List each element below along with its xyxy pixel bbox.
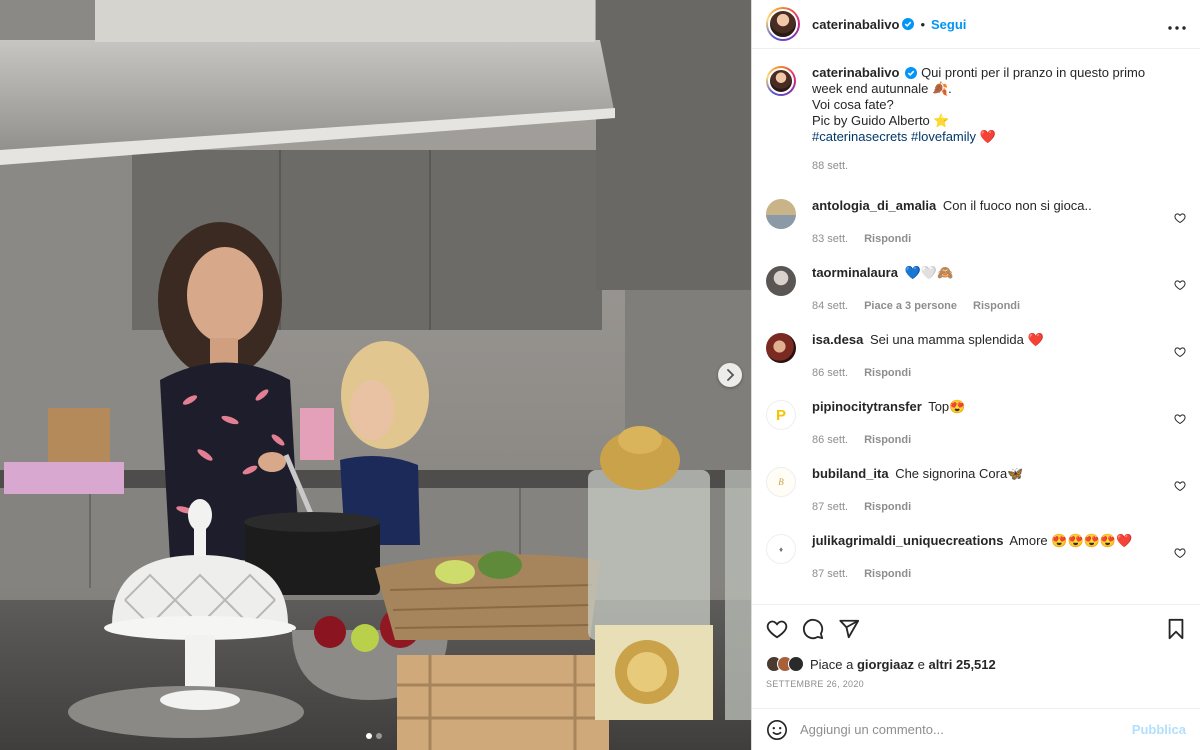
caption-body: caterinabalivo Qui pronti per il pranzo … [812, 65, 1186, 174]
caption-text-line2: Voi cosa fate? [812, 97, 894, 112]
comment-input[interactable] [800, 722, 1132, 737]
kitchen-photo [0, 0, 751, 750]
liker-avatars[interactable] [766, 656, 804, 672]
comment-timestamp[interactable]: 84 sett. [812, 298, 848, 314]
comment-like-icon[interactable] [1174, 279, 1186, 291]
comment-like-icon[interactable] [1174, 346, 1186, 358]
comment-avatar[interactable]: ♦ [766, 534, 796, 564]
carousel-next-button[interactable] [718, 363, 742, 387]
comment-likes-count[interactable]: Piace a 3 persone [864, 298, 957, 314]
post-header: caterinabalivo • Segui [752, 0, 1200, 49]
hashtag-link[interactable]: #lovefamily [911, 129, 976, 144]
comment-timestamp[interactable]: 86 sett. [812, 365, 848, 381]
post-media[interactable] [0, 0, 751, 750]
post-actions: Piace a giorgiaaz e altri 25,512 SETTEMB… [752, 604, 1200, 689]
caption-avatar[interactable] [766, 66, 796, 96]
follow-button[interactable]: Segui [931, 17, 966, 32]
comment-row: antologia_di_amalia Con il fuoco non si … [766, 198, 1186, 247]
caption-emoji: ❤️ [979, 129, 996, 144]
comment-avatar[interactable]: B [766, 467, 796, 497]
reply-button[interactable]: Rispondi [864, 499, 911, 515]
comment-button[interactable] [802, 618, 824, 640]
carousel-dot-2 [376, 733, 382, 739]
comment-text: Con il fuoco non si gioca.. [942, 198, 1092, 213]
comment-bubble-icon [802, 618, 824, 640]
comment-username[interactable]: isa.desa [812, 332, 863, 347]
comment-timestamp[interactable]: 86 sett. [812, 432, 848, 448]
reply-button[interactable]: Rispondi [864, 566, 911, 582]
comment-avatar[interactable] [766, 333, 796, 363]
share-button[interactable] [838, 618, 860, 640]
comment-like-icon[interactable] [1174, 547, 1186, 559]
comment-row: taorminalaura 💙🤍🙈 84 sett. Piace a 3 per… [766, 265, 1186, 314]
comment-text: Amore 😍😍😍😍❤️ [1009, 533, 1133, 548]
comment-avatar[interactable] [766, 199, 796, 229]
likes-count[interactable]: altri 25,512 [929, 657, 996, 672]
caption-username[interactable]: caterinabalivo [812, 65, 899, 80]
header-separator: • [920, 16, 925, 32]
comment-like-icon[interactable] [1174, 212, 1186, 224]
comment-text: 💙🤍🙈 [904, 265, 954, 280]
comment-text: Sei una mamma splendida ❤️ [869, 332, 1044, 347]
reply-button[interactable]: Rispondi [864, 365, 911, 381]
comment-timestamp[interactable]: 83 sett. [812, 231, 848, 247]
post-date[interactable]: SETTEMBRE 26, 2020 [752, 675, 1200, 689]
more-options-button[interactable] [1168, 14, 1186, 35]
emoji-button[interactable] [766, 719, 788, 741]
comment-avatar[interactable] [766, 266, 796, 296]
comment-like-icon[interactable] [1174, 413, 1186, 425]
reply-button[interactable]: Rispondi [864, 231, 911, 247]
likes-summary: Piace a giorgiaaz e altri 25,512 [752, 653, 1200, 675]
likes-joiner: e [914, 656, 929, 672]
caption-timestamp[interactable]: 88 sett. [812, 158, 848, 174]
comment-row: ♦ julikagrimaldi_uniquecreations Amore 😍… [766, 533, 1186, 582]
comment-username[interactable]: julikagrimaldi_uniquecreations [812, 533, 1003, 548]
comment-row: isa.desa Sei una mamma splendida ❤️ 86 s… [766, 332, 1186, 381]
like-button[interactable] [766, 618, 788, 640]
carousel-indicator [366, 733, 382, 739]
liker-username[interactable]: giorgiaaz [857, 657, 914, 672]
comment-row: P pipinocitytransfer Top😍 86 sett. Rispo… [766, 399, 1186, 448]
instagram-post: caterinabalivo • Segui caterinabalivo Qu… [0, 0, 1200, 750]
comment-username[interactable]: bubiland_ita [812, 466, 889, 481]
bookmark-icon [1168, 618, 1184, 640]
reply-button[interactable]: Rispondi [864, 432, 911, 448]
comment-username[interactable]: pipinocitytransfer [812, 399, 922, 414]
comments-list[interactable]: caterinabalivo Qui pronti per il pranzo … [752, 50, 1200, 604]
comment-timestamp[interactable]: 87 sett. [812, 566, 848, 582]
emoji-smile-icon [767, 719, 787, 740]
caption: caterinabalivo Qui pronti per il pranzo … [766, 65, 1186, 174]
comment-text: Top😍 [928, 399, 966, 414]
comment-row: B bubiland_ita Che signorina Cora🦋 87 se… [766, 466, 1186, 515]
paper-plane-icon [839, 619, 860, 639]
author-avatar[interactable] [766, 7, 800, 41]
more-horizontal-icon [1168, 25, 1186, 30]
hashtag-link[interactable]: #caterinasecrets [812, 129, 907, 144]
comment-username[interactable]: antologia_di_amalia [812, 198, 936, 213]
author-username[interactable]: caterinabalivo [812, 17, 899, 32]
comment-avatar[interactable]: P [766, 400, 796, 430]
comment-like-icon[interactable] [1174, 480, 1186, 492]
add-comment-bar: Pubblica [752, 708, 1200, 750]
chevron-right-icon [727, 369, 735, 381]
post-sidebar: caterinabalivo • Segui caterinabalivo Qu… [751, 0, 1200, 750]
heart-icon [766, 620, 788, 639]
verified-badge-icon [902, 18, 915, 30]
comment-text: Che signorina Cora🦋 [895, 466, 1024, 481]
verified-badge-icon [905, 67, 918, 79]
caption-text-line3: Pic by Guido Alberto ⭐ [812, 113, 950, 128]
reply-button[interactable]: Rispondi [973, 298, 1020, 314]
comment-username[interactable]: taorminalaura [812, 265, 898, 280]
carousel-dot-1 [366, 733, 372, 739]
save-button[interactable] [1166, 618, 1186, 640]
publish-button[interactable]: Pubblica [1132, 722, 1186, 737]
comment-timestamp[interactable]: 87 sett. [812, 499, 848, 515]
likes-prefix: Piace a [810, 656, 857, 672]
